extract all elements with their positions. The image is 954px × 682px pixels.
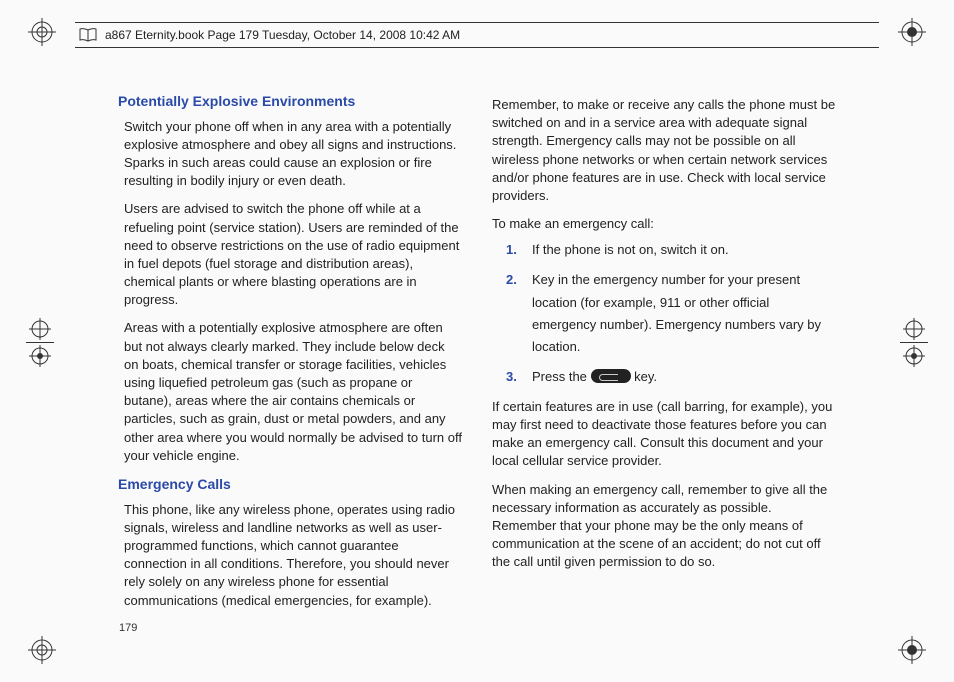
registration-mark-icon <box>898 18 926 46</box>
registration-mark-icon <box>898 636 926 664</box>
step-item: 3. Press the key. <box>506 366 836 388</box>
step-number: 3. <box>506 366 522 388</box>
steps-list: 1. If the phone is not on, switch it on.… <box>506 239 836 388</box>
side-registration-mark <box>26 318 54 367</box>
document-header: a867 Eternity.book Page 179 Tuesday, Oct… <box>75 22 879 48</box>
paragraph: This phone, like any wireless phone, ope… <box>124 501 462 610</box>
steps-intro: To make an emergency call: <box>492 215 836 233</box>
header-text: a867 Eternity.book Page 179 Tuesday, Oct… <box>105 28 460 42</box>
paragraph: Switch your phone off when in any area w… <box>124 118 462 191</box>
paragraph: Users are advised to switch the phone of… <box>124 200 462 309</box>
paragraph: Remember, to make or receive any calls t… <box>492 96 836 205</box>
step-text-part: Press the <box>532 369 591 384</box>
paragraph: When making an emergency call, remember … <box>492 481 836 572</box>
step-number: 1. <box>506 239 522 261</box>
registration-mark-icon <box>28 636 56 664</box>
step-item: 2. Key in the emergency number for your … <box>506 269 836 357</box>
heading-explosive-environments: Potentially Explosive Environments <box>118 92 462 112</box>
step-text: Key in the emergency number for your pre… <box>532 269 836 357</box>
paragraph: If certain features are in use (call bar… <box>492 398 836 471</box>
right-column: Remember, to make or receive any calls t… <box>492 90 836 612</box>
heading-emergency-calls: Emergency Calls <box>118 475 462 495</box>
paragraph: Areas with a potentially explosive atmos… <box>124 319 462 465</box>
registration-mark-icon <box>28 18 56 46</box>
left-column: Potentially Explosive Environments Switc… <box>118 90 462 612</box>
book-icon <box>79 28 97 42</box>
page-number: 179 <box>119 622 137 634</box>
step-text-part: key. <box>631 369 658 384</box>
call-key-icon <box>591 369 631 383</box>
step-text: Press the key. <box>532 366 657 388</box>
page-body: Potentially Explosive Environments Switc… <box>118 90 836 612</box>
side-registration-mark <box>900 318 928 367</box>
step-text: If the phone is not on, switch it on. <box>532 239 729 261</box>
step-number: 2. <box>506 269 522 357</box>
step-item: 1. If the phone is not on, switch it on. <box>506 239 836 261</box>
